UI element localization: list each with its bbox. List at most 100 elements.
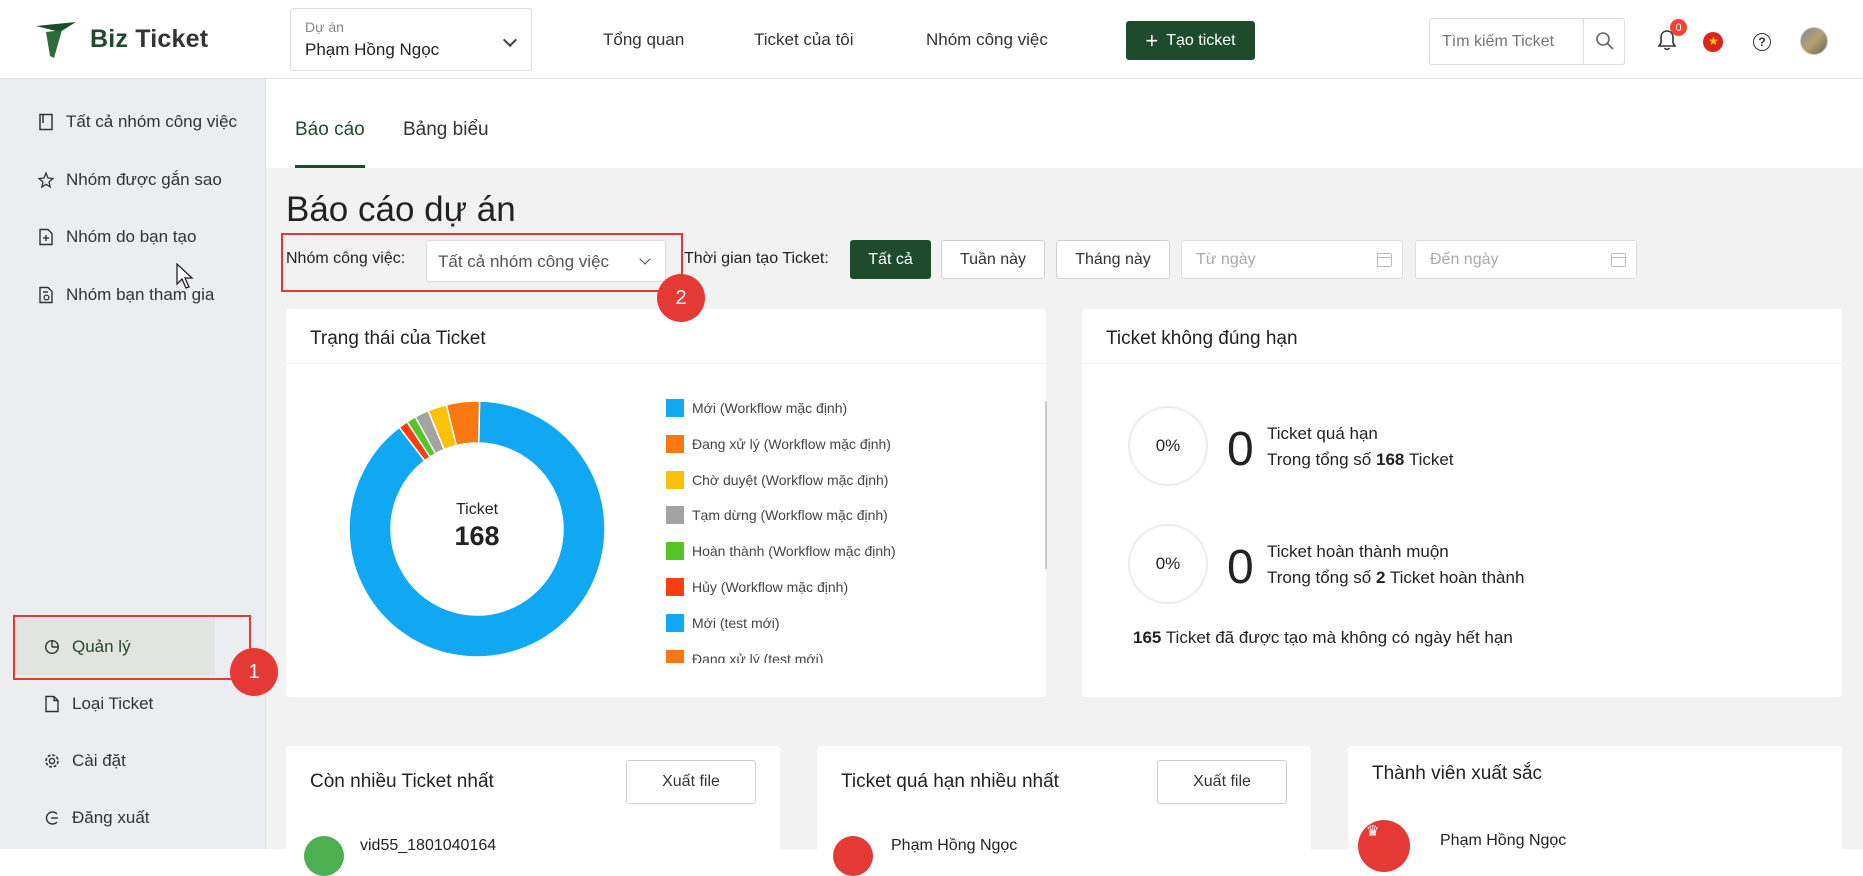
export-button[interactable]: Xuất file (1157, 760, 1287, 804)
search-icon (1596, 32, 1614, 50)
nav-my-tickets[interactable]: Ticket của tôi (754, 30, 854, 50)
tabs-bar: Báo cáo Bảng biểu (266, 79, 1863, 168)
avatar (304, 836, 344, 876)
legend-swatch (666, 650, 684, 663)
help-icon[interactable]: ? (1753, 33, 1771, 51)
search-button[interactable] (1583, 19, 1624, 64)
overdue-total-value: 168 (1376, 450, 1405, 469)
list-item-name[interactable]: Phạm Hồng Ngọc (891, 837, 1017, 855)
create-ticket-button[interactable]: + Tạo ticket (1126, 21, 1255, 60)
date-from-input[interactable]: Từ ngày (1181, 240, 1403, 279)
legend-swatch (666, 542, 684, 560)
no-deadline-count: 165 (1133, 628, 1162, 647)
project-select[interactable]: Dự án Phạm Hồng Ngọc (290, 8, 532, 71)
sidebar-item-label: Cài đặt (72, 751, 126, 770)
app-logo[interactable]: Biz Ticket (32, 18, 208, 60)
export-button[interactable]: Xuất file (626, 760, 756, 804)
notification-badge: 0 (1670, 19, 1687, 36)
legend-item[interactable]: Mới (Workflow mặc định) (666, 399, 847, 417)
status-legend: Mới (Workflow mặc định) Đang xử lý (Work… (666, 399, 1006, 663)
legend-swatch (666, 506, 684, 524)
list-item-name[interactable]: Phạm Hồng Ngọc (1440, 832, 1566, 850)
notification-button[interactable]: 0 (1656, 19, 1687, 54)
list-item-name[interactable]: vid55_1801040164 (360, 837, 496, 855)
time-filter-month-button[interactable]: Tháng này (1056, 240, 1170, 279)
late-count: 0 (1227, 541, 1254, 594)
legend-item[interactable]: Đang xử lý (Workflow mặc định) (666, 435, 891, 453)
overdue-total-prefix: Trong tổng số (1267, 450, 1372, 469)
plus-icon: + (1145, 27, 1159, 53)
overdue-label: Ticket quá hạn (1267, 424, 1378, 443)
date-to-input[interactable]: Đến ngày (1415, 240, 1637, 279)
date-from-placeholder: Từ ngày (1196, 251, 1256, 268)
legend-item[interactable]: Tạm dừng (Workflow mặc định) (666, 506, 888, 524)
top-members-card: Thành viên xuất sắc ♛ Phạm Hồng Ngọc (1348, 746, 1842, 872)
sidebar-item-logout[interactable]: Đăng xuất (44, 808, 150, 828)
flag-star-icon: ★ (1708, 34, 1719, 48)
calendar-icon (1611, 253, 1626, 267)
file-icon (45, 695, 59, 713)
legend-label: Hủy (Workflow mặc định) (692, 579, 849, 595)
sidebar-item-label: Đăng xuất (72, 808, 150, 827)
overdue-pct-ring: 0% (1128, 406, 1208, 486)
nav-work-groups[interactable]: Nhóm công việc (926, 30, 1048, 50)
legend-item[interactable]: Chờ duyệt (Workflow mặc định) (666, 471, 888, 489)
tab-tables[interactable]: Bảng biểu (403, 119, 489, 141)
overdue-total-suffix: Ticket (1408, 450, 1454, 469)
sidebar-item-settings[interactable]: Cài đặt (44, 751, 126, 771)
file-search-icon (39, 286, 53, 304)
logo-text-ticket: Ticket (135, 24, 209, 53)
legend-label: Mới (Workflow mặc định) (692, 400, 848, 416)
avatar: ♛ (1358, 820, 1410, 872)
sidebar-item-label: Nhóm do bạn tạo (66, 227, 197, 246)
overdue-tickets-card: Ticket không đúng hạn 0% 0 Ticket quá hạ… (1082, 309, 1842, 697)
late-pct-ring: 0% (1128, 524, 1208, 604)
language-flag-icon[interactable]: ★ (1703, 32, 1723, 52)
ticket-status-card: Trạng thái của Ticket Ticket 168 Mới (Wo… (286, 309, 1047, 697)
sidebar-item-all-groups[interactable]: Tất cả nhóm công việc (38, 112, 237, 132)
gear-icon (45, 754, 59, 768)
legend-swatch (666, 399, 684, 417)
overdue-count: 0 (1227, 423, 1254, 476)
tab-report[interactable]: Báo cáo (295, 119, 365, 141)
legend-swatch (666, 578, 684, 596)
most-overdue-card: Ticket quá hạn nhiều nhất Xuất file Phạm… (817, 746, 1311, 876)
legend-label: Đang xử lý (Workflow mặc định) (692, 436, 891, 452)
sidebar: Tất cả nhóm công việc Nhóm được gắn sao … (0, 79, 266, 849)
search-input[interactable] (1430, 19, 1584, 64)
late-total-value: 2 (1376, 568, 1386, 587)
most-overdue-title: Ticket quá hạn nhiều nhất (841, 771, 1059, 792)
project-select-label: Dự án (305, 19, 344, 35)
top-members-title: Thành viên xuất sắc (1372, 763, 1543, 784)
legend-swatch (666, 471, 684, 489)
annotation-box-manage (13, 615, 251, 680)
legend-scrollbar[interactable] (1045, 401, 1047, 569)
annotation-badge-2: 2 (657, 274, 705, 322)
legend-item[interactable]: Hoàn thành (Workflow mặc định) (666, 542, 896, 560)
sidebar-item-ticket-types[interactable]: Loại Ticket (44, 694, 153, 714)
sidebar-item-created-by-you[interactable]: Nhóm do bạn tạo (38, 227, 196, 247)
sidebar-item-label: Nhóm được gắn sao (66, 170, 222, 189)
avatar (833, 836, 873, 876)
book-icon (39, 113, 53, 131)
user-avatar[interactable] (1800, 27, 1828, 55)
no-deadline-line: 165 Ticket đã được tạo mà không có ngày … (1133, 628, 1513, 648)
legend-item[interactable]: Đang xử lý (test mới) (666, 650, 823, 663)
legend-item[interactable]: Mới (test mới) (666, 614, 780, 632)
legend-swatch (666, 614, 684, 632)
time-filter-all-button[interactable]: Tất cả (850, 240, 931, 279)
annotation-box-group-filter (281, 233, 683, 292)
overdue-card-title: Ticket không đúng hạn (1106, 328, 1298, 349)
legend-swatch (666, 435, 684, 453)
logout-icon (45, 811, 58, 825)
time-filter-week-button[interactable]: Tuần này (941, 240, 1045, 279)
card-divider (1082, 363, 1842, 364)
legend-item[interactable]: Hủy (Workflow mặc định) (666, 578, 848, 596)
sidebar-item-starred[interactable]: Nhóm được gắn sao (38, 170, 222, 190)
nav-overview[interactable]: Tổng quan (603, 30, 684, 50)
crown-icon: ♛ (1366, 823, 1380, 840)
overdue-total-line: Trong tổng số 168 Ticket (1267, 450, 1454, 470)
ticket-status-title: Trạng thái của Ticket (310, 328, 486, 349)
search-box (1429, 18, 1625, 65)
donut-center-label: Ticket (455, 501, 499, 518)
